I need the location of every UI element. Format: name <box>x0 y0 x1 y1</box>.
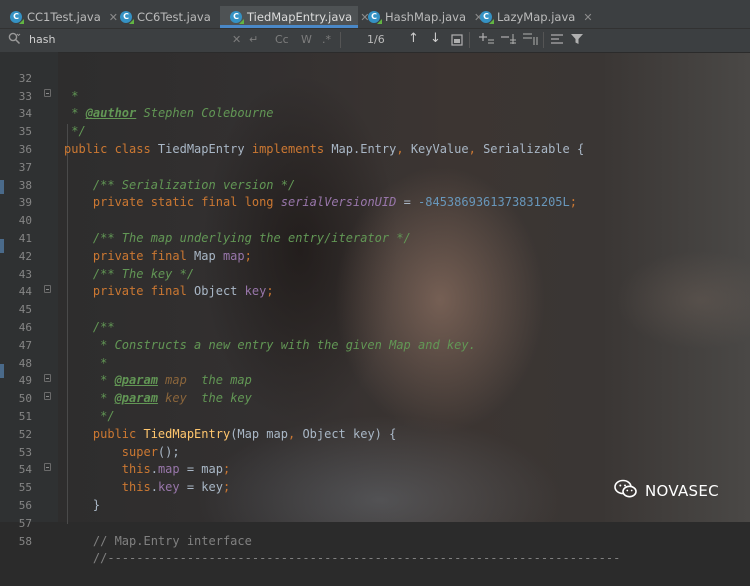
java-class-icon: C <box>368 11 380 23</box>
code-line: 47 * <box>0 319 750 370</box>
tab-label: CC6Test.java <box>137 10 211 24</box>
search-icon[interactable] <box>8 32 21 48</box>
tab-label: LazyMap.java <box>497 10 576 24</box>
tab-tiedmapentry[interactable]: C TiedMapEntry.java ✕ <box>220 6 369 28</box>
java-class-icon: C <box>480 11 492 23</box>
clear-search-icon[interactable]: ✕ <box>232 33 241 46</box>
divider <box>340 32 341 48</box>
code-line: 40 /** The map underlying the entry/iter… <box>0 194 750 245</box>
select-all-occurrences-multi-icon[interactable] <box>523 32 539 49</box>
match-case-toggle[interactable]: Cc <box>275 33 289 46</box>
code-line: 51 public TiedMapEntry(Map map, Object k… <box>0 390 750 441</box>
tab-cc6test[interactable]: C CC6Test.java ✕ <box>110 6 228 28</box>
watermark-text: NOVASEC <box>645 482 719 500</box>
code-line: 53 this.map = map; <box>0 426 750 477</box>
code-line: 55 } <box>0 461 750 512</box>
code-line: 35 public class TiedMapEntry implements … <box>0 105 750 156</box>
editor-tab-bar: C CC1Test.java ✕ C CC6Test.java ✕ C Tied… <box>0 6 750 29</box>
code-line: 32 * <box>0 52 750 103</box>
regex-toggle[interactable]: .* <box>322 33 331 46</box>
code-line: 50 */ <box>0 372 750 423</box>
tab-label: HashMap.java <box>385 10 466 24</box>
tab-cc1test[interactable]: C CC1Test.java ✕ <box>0 6 118 28</box>
new-line-icon[interactable]: ↵ <box>249 33 258 46</box>
code-line: 41 private final Map map; <box>0 212 750 263</box>
code-line: 39 <box>0 177 750 209</box>
code-line: 46 * Constructs a new entry with the giv… <box>0 301 750 352</box>
match-count: 1/6 <box>367 33 385 46</box>
tab-label: TiedMapEntry.java <box>247 10 353 24</box>
code-line: 43 private final Object key; <box>0 248 750 299</box>
divider <box>469 32 470 48</box>
select-all-occurrences-icon[interactable] <box>451 34 463 49</box>
code-line: 42 /** The key */ <box>0 230 750 281</box>
code-line: 36 <box>0 123 750 156</box>
code-line: 58 //-----------------------------------… <box>0 515 750 566</box>
wechat-icon <box>614 479 638 503</box>
watermark: NOVASEC <box>614 478 719 504</box>
remove-occurrence-icon[interactable] <box>501 32 517 49</box>
tab-hashmap[interactable]: C HashMap.java ✕ <box>358 6 483 28</box>
code-line: 33 * @author Stephen Colebourne <box>0 70 750 121</box>
tab-lazymap[interactable]: C LazyMap.java ✕ <box>470 6 593 28</box>
code-line: 52 super(); <box>0 408 750 459</box>
code-line: 44 <box>0 266 750 298</box>
code-line: 37 /** Serialization version */ <box>0 141 750 192</box>
divider <box>543 32 544 48</box>
code-line: 48 * @param map the map <box>0 337 750 388</box>
code-line: 34 */ <box>0 88 750 138</box>
code-line: 45 /** <box>0 283 750 334</box>
code-editor[interactable]: 32 * 33 * @author Stephen Colebourne 34 … <box>0 52 750 566</box>
close-icon[interactable]: ✕ <box>583 11 592 24</box>
line-comment: //--------------------------------------… <box>64 551 621 566</box>
add-occurrence-icon[interactable] <box>479 32 495 49</box>
line-number: 58 <box>18 534 32 548</box>
whole-words-toggle[interactable]: W <box>301 33 312 46</box>
line-comment: // Map.Entry interface <box>64 533 252 548</box>
tab-label: CC1Test.java <box>27 10 101 24</box>
java-class-icon: C <box>230 11 242 23</box>
java-class-icon: C <box>120 11 132 23</box>
show-filter-popup-icon[interactable] <box>551 33 565 49</box>
code-line: 49 * @param key the key <box>0 355 750 405</box>
search-input[interactable]: hash <box>29 33 55 46</box>
java-class-icon: C <box>10 11 22 23</box>
next-match-icon[interactable]: ↓ <box>430 31 441 46</box>
code-line: 38 private static final long serialVersi… <box>0 159 750 210</box>
filter-icon[interactable] <box>571 33 583 48</box>
code-line: 54 this.key = key; <box>0 444 750 494</box>
previous-match-icon[interactable]: ↑ <box>408 31 419 46</box>
find-bar: hash ✕ ↵ Cc W .* 1/6 ↑ ↓ <box>0 29 750 53</box>
